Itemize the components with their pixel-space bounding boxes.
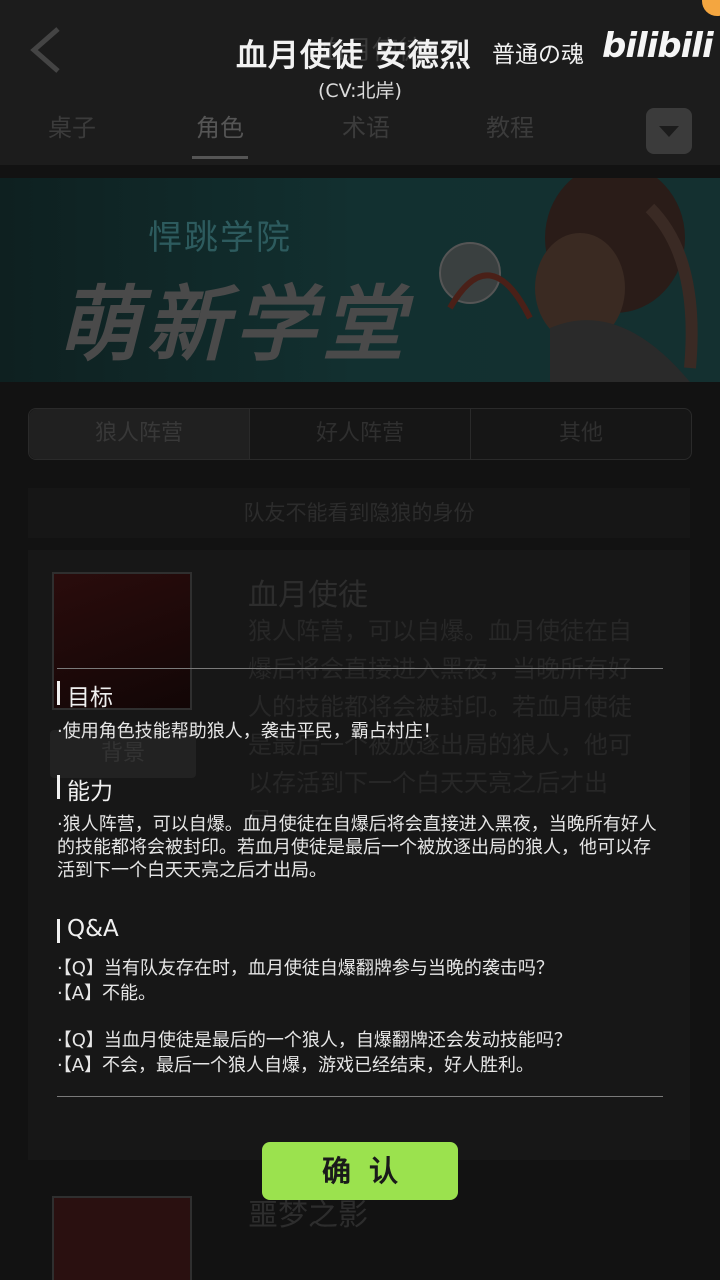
role-name: 血月使徒 [248,578,368,613]
uploader-watermark: 普通の魂 [492,42,584,68]
confirm-button[interactable]: 确认 [262,1142,458,1200]
banner: 悍跳学院 萌新学堂 [0,178,720,382]
section-qa-title: Q&A [57,916,119,943]
tab-terms[interactable]: 术语 [342,108,390,143]
ability-text: ·狼人阵营，可以自爆。血月使徒在自爆后将会直接进入黑夜，当晚所有好人的技能都将会… [57,814,657,881]
qa-question-1: ·【Q】当有队友存在时，血月使徒自爆翻牌参与当晚的袭击吗？ [57,958,554,979]
camp-segmented-control: 狼人阵营 好人阵营 其他 [28,408,692,460]
overlay-title: 血月使徒 安德烈 [236,38,472,74]
dialog-top-rule [57,668,663,669]
tab-table[interactable]: 桌子 [48,108,96,143]
section-goal-title: 目标 [57,678,113,712]
camp-tab-other[interactable]: 其他 [471,409,691,459]
role-avatar-2 [52,1196,192,1280]
qa-answer-1: ·【A】不能。 [57,983,157,1004]
screen: 血月使徒 桌子 角色 术语 教程 悍跳学院 萌新学堂 狼人阵营 好人阵营 其他 … [0,0,720,1280]
dialog-bottom-rule [57,1096,663,1097]
goal-text: ·使用角色技能帮助狼人，袭击平民，霸占村庄！ [57,721,441,742]
banner-title: 萌新学堂 [58,278,410,373]
camp-tab-good[interactable]: 好人阵营 [250,409,470,459]
dropdown-button[interactable] [646,108,692,154]
banner-subtitle: 悍跳学院 [148,218,292,258]
back-arrow-icon[interactable] [26,25,66,75]
active-tab-indicator [192,156,248,159]
tab-tutorial[interactable]: 教程 [486,108,534,143]
section-ability-title: 能力 [57,772,113,806]
qa-answer-2: ·【A】不会，最后一个狼人自爆，游戏已经结束，好人胜利。 [57,1055,535,1076]
tab-roles[interactable]: 角色 [196,108,244,143]
notice-bar: 队友不能看到隐狼的身份 [28,488,690,538]
qa-question-2: ·【Q】当血月使徒是最后的一个狼人，自爆翻牌还会发动技能吗？ [57,1030,572,1051]
category-tabs: 桌子 角色 术语 教程 [0,108,720,159]
banner-character-art [439,178,698,382]
bilibili-logo: bilibili [602,26,714,66]
overlay-cv: (CV:北岸) [318,80,402,102]
camp-tab-wolf[interactable]: 狼人阵营 [29,409,249,459]
